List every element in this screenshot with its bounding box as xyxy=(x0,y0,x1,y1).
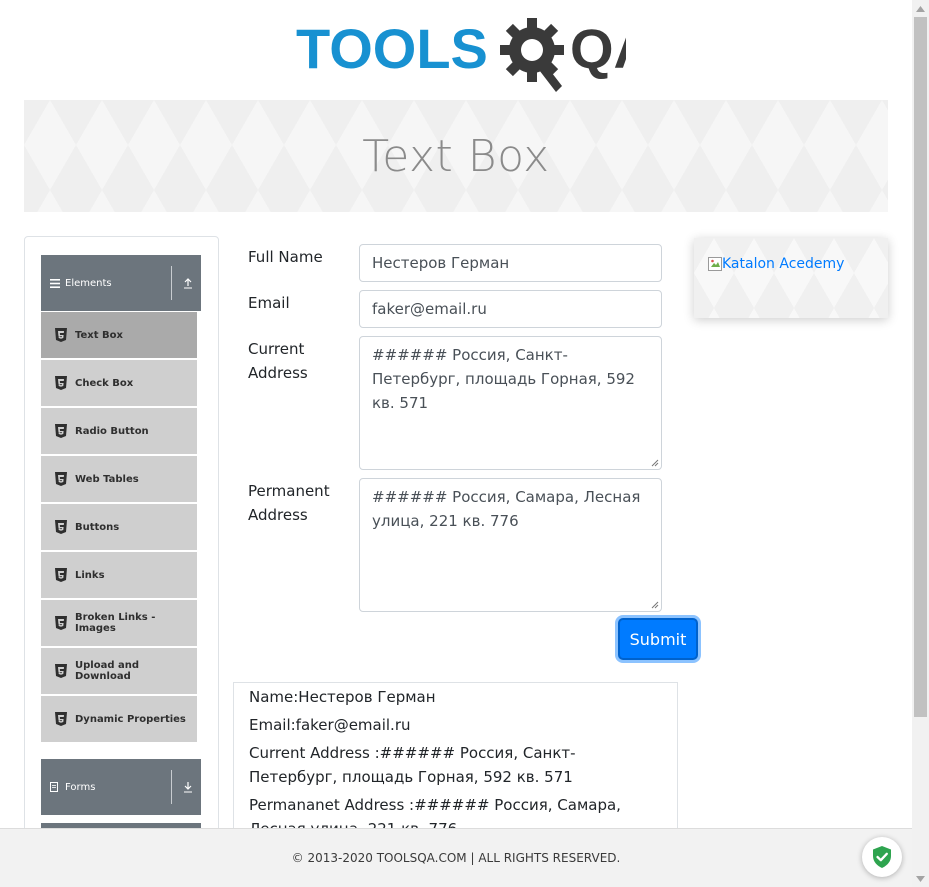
email-label: Email xyxy=(248,294,290,312)
sidebar-item-buttons[interactable]: Buttons xyxy=(41,504,197,552)
sidebar-item-label: Web Tables xyxy=(75,473,139,485)
sidebar-item-label: Radio Button xyxy=(75,425,149,437)
permanent-address-label-line2: Address xyxy=(248,506,308,524)
html5-icon xyxy=(55,472,67,486)
group-title: Forms xyxy=(65,781,96,793)
full-name-label: Full Name xyxy=(248,248,323,266)
full-name-input[interactable]: Нестеров Герман xyxy=(359,244,662,282)
sidebar-item-check-box[interactable]: Check Box xyxy=(41,360,197,408)
resize-grip-icon[interactable] xyxy=(651,601,659,609)
html5-icon xyxy=(55,328,67,342)
html5-icon xyxy=(55,616,67,630)
sidebar-item-dynamic-properties[interactable]: Dynamic Properties xyxy=(41,696,197,744)
output-current-address: Current Address :###### Россия, Санкт-Пе… xyxy=(249,744,576,786)
scrollbar-thumb[interactable] xyxy=(914,17,927,717)
sidebar-item-label: Broken Links - Images xyxy=(75,612,156,634)
html5-icon xyxy=(55,376,67,390)
hamburger-icon xyxy=(50,278,60,288)
vertical-scrollbar[interactable] xyxy=(912,0,929,887)
logo-text-qa: QA xyxy=(570,17,626,80)
group-title: Elements xyxy=(65,277,112,289)
divider xyxy=(171,266,172,300)
ad-box: Katalon Acedemy xyxy=(694,238,888,318)
page-title: Text Box xyxy=(362,130,550,182)
email-input[interactable]: faker@email.ru xyxy=(359,290,662,328)
permanent-address-label-line1: Permanent xyxy=(248,482,330,500)
katalon-academy-link[interactable]: Katalon Acedemy xyxy=(708,256,844,272)
sidebar-item-web-tables[interactable]: Web Tables xyxy=(41,456,197,504)
output-name: Name:Нестеров Герман xyxy=(249,688,436,706)
permanent-address-label: Permanent Address xyxy=(248,479,330,527)
divider xyxy=(171,770,172,804)
sidebar-item-label: Upload and Download xyxy=(75,660,139,682)
sidebar-item-links[interactable]: Links xyxy=(41,552,197,600)
current-address-value: ###### Россия, Санкт-Петербург, площадь … xyxy=(372,346,635,412)
sidebar: Elements Text Box Check Box Radio Button… xyxy=(24,236,219,878)
current-address-textarea[interactable]: ###### Россия, Санкт-Петербург, площадь … xyxy=(359,336,662,470)
footer: © 2013-2020 TOOLSQA.COM | ALL RIGHTS RES… xyxy=(0,828,912,887)
sidebar-item-label: Dynamic Properties xyxy=(75,713,186,725)
group-header-elements[interactable]: Elements xyxy=(41,255,201,311)
katalon-academy-link-text: Katalon Acedemy xyxy=(722,256,845,272)
sidebar-item-label: Check Box xyxy=(75,377,134,389)
toolsqa-logo[interactable]: TOOLS QA xyxy=(296,14,654,92)
group-header-forms[interactable]: Forms xyxy=(41,759,201,815)
scroll-up-arrow-icon[interactable] xyxy=(912,0,929,17)
expand-down-icon[interactable] xyxy=(181,781,195,793)
output-email: Email:faker@email.ru xyxy=(249,716,411,734)
gear-icon xyxy=(500,18,564,92)
collapse-up-icon[interactable] xyxy=(181,277,195,289)
scroll-down-arrow-icon[interactable] xyxy=(912,870,929,887)
broken-image-icon xyxy=(708,257,722,271)
page-banner: Text Box xyxy=(24,100,888,212)
shield-check-icon xyxy=(873,846,891,868)
current-address-label-line2: Address xyxy=(248,364,308,382)
sidebar-item-text-box[interactable]: Text Box xyxy=(41,312,197,360)
email-value: faker@email.ru xyxy=(372,300,487,318)
sidebar-item-broken-links-images[interactable]: Broken Links - Images xyxy=(41,600,197,648)
sidebar-item-label: Links xyxy=(75,569,105,581)
permanent-address-textarea[interactable]: ###### Россия, Самара, Лесная улица, 221… xyxy=(359,478,662,612)
full-name-value: Нестеров Герман xyxy=(372,254,510,272)
resize-grip-icon[interactable] xyxy=(651,459,659,467)
output-panel: Name:Нестеров Герман Email:faker@email.r… xyxy=(233,682,678,842)
html5-icon xyxy=(55,568,67,582)
sidebar-item-upload-and-download[interactable]: Upload and Download xyxy=(41,648,197,696)
html5-icon xyxy=(55,424,67,438)
current-address-label-line1: Current xyxy=(248,340,305,358)
html5-icon xyxy=(55,520,67,534)
sidebar-item-radio-button[interactable]: Radio Button xyxy=(41,408,197,456)
document-icon xyxy=(50,782,60,792)
submit-button[interactable]: Submit xyxy=(618,618,698,660)
sidebar-item-label: Buttons xyxy=(75,521,120,533)
security-badge[interactable] xyxy=(862,837,902,877)
current-address-label: Current Address xyxy=(248,337,308,385)
logo-text-tools: TOOLS xyxy=(296,17,488,80)
html5-icon xyxy=(55,664,67,678)
html5-icon xyxy=(55,712,67,726)
footer-copyright: © 2013-2020 TOOLSQA.COM | ALL RIGHTS RES… xyxy=(291,851,621,865)
permanent-address-value: ###### Россия, Самара, Лесная улица, 221… xyxy=(372,488,641,530)
sidebar-item-label: Text Box xyxy=(75,329,123,341)
